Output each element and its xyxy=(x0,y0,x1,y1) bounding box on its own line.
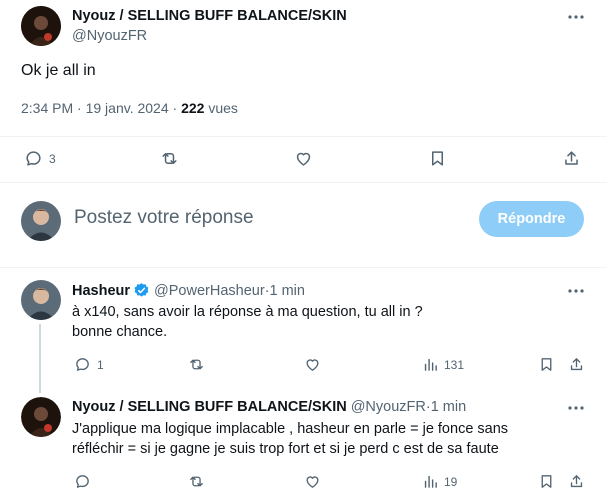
retweet-button[interactable] xyxy=(160,149,179,168)
reply-icon xyxy=(76,358,89,371)
reply-icon xyxy=(26,151,41,166)
more-options-icon[interactable] xyxy=(566,281,586,301)
meta-separator: · xyxy=(172,100,182,116)
analytics-icon xyxy=(424,358,437,371)
reply-text-line: à x140, sans avoir la réponse à ma quest… xyxy=(72,304,423,320)
views-label: vues xyxy=(208,100,238,116)
more-options-icon[interactable] xyxy=(566,7,586,27)
author-handle[interactable]: @NyouzFR xyxy=(72,28,147,44)
share-button[interactable] xyxy=(562,149,581,168)
tweet-time[interactable]: 2:34 PM xyxy=(21,100,73,116)
verified-badge-icon xyxy=(133,282,150,299)
retweet-button[interactable] xyxy=(188,473,205,490)
retweet-icon xyxy=(162,152,177,165)
like-button[interactable] xyxy=(304,473,321,490)
retweet-icon xyxy=(190,359,203,370)
current-user-avatar[interactable] xyxy=(21,201,61,241)
tweet-text: Ok je all in xyxy=(21,62,96,79)
divider xyxy=(0,267,607,268)
reply-author-handle[interactable]: @NyouzFR xyxy=(351,399,426,415)
reply-icon xyxy=(76,475,89,488)
views-count: 131 xyxy=(444,357,465,372)
author-name[interactable]: Nyouz / SELLING BUFF BALANCE/SKIN xyxy=(72,8,347,24)
retweet-button[interactable] xyxy=(188,356,205,373)
author-avatar[interactable] xyxy=(21,6,61,46)
reply-header: Nyouz / SELLING BUFF BALANCE/SKIN @Nyouz… xyxy=(72,399,466,415)
bookmark-button[interactable] xyxy=(538,356,555,373)
like-button[interactable] xyxy=(304,356,321,373)
reply-button[interactable]: 3 xyxy=(24,149,56,168)
reply-author-handle[interactable]: @PowerHasheur xyxy=(154,283,265,299)
thread-line xyxy=(39,324,41,393)
reply-author-avatar[interactable] xyxy=(21,280,61,320)
reply-author-name[interactable]: Hasheur xyxy=(72,283,130,299)
reply-time[interactable]: 1 min xyxy=(270,283,305,299)
retweet-icon xyxy=(190,476,203,487)
reply-button[interactable]: 1 xyxy=(74,356,104,373)
reply-text-line: J'applique ma logique implacable , hashe… xyxy=(72,421,509,437)
like-button[interactable] xyxy=(294,149,313,168)
heart-icon xyxy=(306,476,319,488)
share-icon xyxy=(565,151,578,165)
reply-input[interactable]: Postez votre réponse xyxy=(74,207,254,229)
views-count: 19 xyxy=(444,474,458,489)
reply-text-line: bonne chance. xyxy=(72,324,168,340)
share-icon xyxy=(570,358,583,371)
analytics-icon xyxy=(424,475,437,488)
share-button[interactable] xyxy=(568,356,585,373)
reply-header: Hasheur @PowerHasheur · 1 min xyxy=(72,282,305,299)
heart-icon xyxy=(296,152,311,166)
reply-text-line: réfléchir = si je gagne je suis trop for… xyxy=(72,441,499,457)
tweet-date[interactable]: 19 janv. 2024 xyxy=(86,100,169,116)
views-button[interactable]: 19 xyxy=(422,473,457,490)
share-button[interactable] xyxy=(568,473,585,490)
tweet-meta: 2:34 PM · 19 janv. 2024 · 222 vues xyxy=(21,100,238,116)
reply-count: 1 xyxy=(97,357,104,372)
more-options-icon[interactable] xyxy=(566,398,586,418)
views-button[interactable]: 131 xyxy=(422,356,464,373)
bookmark-button[interactable] xyxy=(538,473,555,490)
bookmark-button[interactable] xyxy=(428,149,447,168)
divider xyxy=(0,182,607,183)
reply-button[interactable] xyxy=(74,473,97,490)
share-icon xyxy=(570,475,583,488)
reply-time[interactable]: 1 min xyxy=(431,399,466,415)
bookmark-icon xyxy=(541,475,552,488)
reply-count: 3 xyxy=(49,151,56,166)
bookmark-icon xyxy=(541,358,552,371)
meta-separator: · xyxy=(77,100,86,116)
views-count: 222 xyxy=(181,100,205,116)
reply-author-avatar[interactable] xyxy=(21,397,61,437)
reply-submit-button[interactable]: Répondre xyxy=(479,201,584,237)
heart-icon xyxy=(306,359,319,371)
divider xyxy=(0,136,607,137)
bookmark-icon xyxy=(431,151,444,166)
reply-author-name[interactable]: Nyouz / SELLING BUFF BALANCE/SKIN xyxy=(72,399,347,415)
